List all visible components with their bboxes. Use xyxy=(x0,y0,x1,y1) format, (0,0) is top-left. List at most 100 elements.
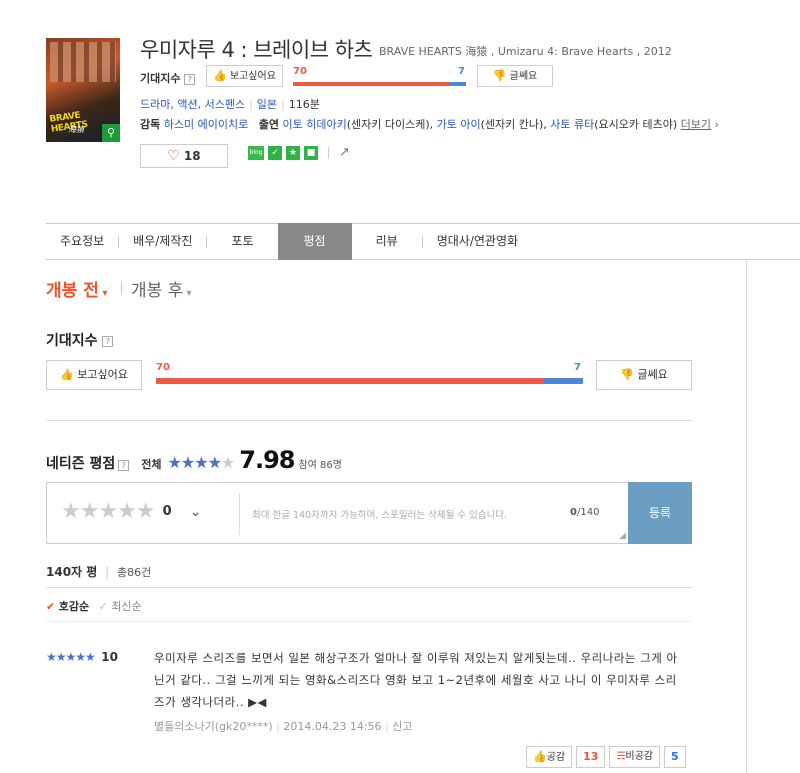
netizen-stars-filled: ★★★★★ xyxy=(167,453,221,472)
star-share-icon[interactable]: ★ xyxy=(286,145,300,160)
report-link[interactable]: 신고 xyxy=(392,720,412,733)
like-count: 18 xyxy=(183,149,201,163)
subtab-divider xyxy=(121,281,122,295)
rating-score: 0 xyxy=(162,504,172,519)
help-icon[interactable]: ? xyxy=(184,73,196,85)
subtab-before-release[interactable]: 개봉 전 ▾ xyxy=(46,276,107,301)
expect-bar-large-want xyxy=(156,378,545,384)
thumbs-down-icon: 👎 xyxy=(620,368,634,381)
runtime: 116분 xyxy=(288,98,320,111)
cast-link-1[interactable]: 이토 히데아키 xyxy=(282,118,346,131)
caret-down-icon: ▾ xyxy=(98,288,108,299)
agree-label: 공감 xyxy=(546,752,566,763)
share-icon[interactable]: ↗ xyxy=(339,145,350,160)
movie-poster[interactable]: BRAVE HEARTS 海猿 ⚲ xyxy=(46,38,120,142)
review-meta: 별들의소나기(gk20****) | 2014.04.23 14:56 | 신고 xyxy=(154,718,413,734)
expect-bar-meh xyxy=(450,82,466,86)
magnifier-icon[interactable]: ⚲ xyxy=(102,124,120,142)
submit-button[interactable]: 등록 xyxy=(628,482,692,544)
meh-button-large[interactable]: 👎 글쎄요 xyxy=(596,360,692,390)
resize-handle-icon[interactable]: ◢ xyxy=(619,531,626,541)
reviews-header-divider: | xyxy=(105,565,110,579)
tab-rating[interactable]: 평점 xyxy=(277,223,352,260)
expect-label: 기대지수 ? xyxy=(140,70,196,86)
agree-button[interactable]: 👍공감 xyxy=(526,746,573,768)
reviews-total: 총86건 xyxy=(117,566,152,579)
chevron-down-icon[interactable]: ⌄ xyxy=(190,504,202,520)
heart-icon: ♡ xyxy=(167,148,180,164)
netizen-score-value: 7.98 xyxy=(239,446,295,474)
tab-cast-crew[interactable]: 배우/제작진 xyxy=(119,223,206,260)
country-link[interactable]: 일본 xyxy=(257,98,277,111)
netizen-heading: 네티즌 평점 xyxy=(46,456,116,472)
review-input[interactable]: 최대 한글 140자까지 가능하며, 스포일러는 삭제될 수 있습니다. xyxy=(252,507,572,521)
meta-divider: | xyxy=(385,720,389,733)
meh-label: 글쎄요 xyxy=(637,368,668,381)
cast-link-3[interactable]: 사토 류타 xyxy=(550,118,594,131)
caret-down-icon: ▾ xyxy=(183,288,192,299)
char-counter-current: 0 xyxy=(570,507,577,518)
movie-original-title: BRAVE HEARTS 海猿 , Umizaru 4: Brave Heart… xyxy=(379,45,672,58)
review-author[interactable]: 별들의소나기(gk20****) xyxy=(154,720,273,733)
meh-button[interactable]: 👎 글쎄요 xyxy=(477,65,553,87)
cast-link-2[interactable]: 가토 아이 xyxy=(437,118,481,131)
want-to-see-label: 보고싶어요 xyxy=(229,71,276,82)
char-counter: 0/140 xyxy=(570,507,599,518)
cast-role-3: (요시오카 테츠야) xyxy=(594,118,678,131)
meh-count-large: 7 xyxy=(574,362,581,373)
like-button[interactable]: ♡ 18 xyxy=(140,144,228,168)
movie-credits: 감독 하스미 에이이치로 출연 이토 히데아키(센자키 다이스케), 가토 아이… xyxy=(140,116,719,132)
want-to-see-label: 보고싶어요 xyxy=(77,368,128,381)
square-share-icon[interactable]: ■ xyxy=(304,145,318,160)
want-to-see-button[interactable]: 👍 보고싶어요 xyxy=(206,65,283,87)
sort-divider xyxy=(46,621,692,622)
subtab-after-release[interactable]: 개봉 후 ▾ xyxy=(131,276,192,301)
meh-count: 7 xyxy=(458,66,465,77)
netizen-stars: ★★★★★ ★★★★★ xyxy=(167,453,236,472)
reviews-title: 140자 평 xyxy=(46,565,98,579)
expect-bar-want xyxy=(293,82,451,86)
expect-heading-text: 기대지수 xyxy=(46,333,98,349)
review-stars: ★★★★★ xyxy=(46,650,96,664)
help-icon[interactable]: ? xyxy=(102,335,114,347)
chevron-right-icon: › xyxy=(711,118,719,131)
sort-popular[interactable]: 호감순 xyxy=(59,600,89,613)
rating-selector[interactable]: ★★★★★ 0 ⌄ xyxy=(61,499,201,524)
star-rating-icons[interactable]: ★★★★★ xyxy=(61,499,156,524)
tab-quotes-related[interactable]: 명대사/연관영화 xyxy=(423,223,532,260)
subtab-before-label: 개봉 전 xyxy=(46,281,99,301)
expect-heading: 기대지수 ? xyxy=(46,330,114,350)
char-counter-total: /140 xyxy=(576,507,600,518)
disagree-button[interactable]: ☴비공감 xyxy=(609,746,660,768)
tab-main-info[interactable]: 주요정보 xyxy=(46,223,118,260)
genre-link[interactable]: 드라마, 액션, 서스펜스 xyxy=(140,98,245,111)
director-label: 감독 xyxy=(140,118,161,131)
tab-review[interactable]: 리뷰 xyxy=(352,223,422,260)
meta-divider: | xyxy=(276,720,280,733)
check-icon: ✔ xyxy=(46,600,56,613)
tab-photo[interactable]: 포토 xyxy=(207,223,277,260)
netizen-scope: 전체 xyxy=(141,458,162,471)
reviews-header: 140자 평 | 총86건 xyxy=(46,563,151,580)
want-to-see-button-large[interactable]: 👍 보고싶어요 xyxy=(46,360,142,390)
check-share-icon[interactable]: ✓ xyxy=(268,145,282,160)
cast-role-1: (센자키 다이스케), xyxy=(346,118,434,131)
poster-artwork xyxy=(50,42,116,82)
blog-share-icon[interactable]: blog xyxy=(248,145,264,160)
review-score: ★★★★★ 10 xyxy=(46,650,118,664)
review-score-value: 10 xyxy=(101,650,118,664)
thumbs-up-icon: 👍 xyxy=(60,368,74,381)
director-link[interactable]: 하스미 에이이치로 xyxy=(164,118,248,131)
help-icon[interactable]: ? xyxy=(118,460,130,471)
share-divider xyxy=(328,146,329,159)
sort-options: ✔ 호감순 ✓ 최신순 xyxy=(46,598,142,614)
rate-form: ★★★★★ 0 ⌄ 최대 한글 140자까지 가능하며, 스포일러는 삭제될 수… xyxy=(46,482,629,544)
sort-latest[interactable]: 최신순 xyxy=(111,600,141,613)
right-column-border xyxy=(746,260,747,773)
thumbs-up-icon: 👍 xyxy=(533,750,547,763)
netizen-score: 네티즌 평점 ? 전체 ★★★★★ ★★★★★ 7.98 참여 86명 xyxy=(46,446,342,474)
expect-bar-large-meh xyxy=(544,378,583,384)
expect-bar-large xyxy=(156,378,583,384)
want-count-large: 70 xyxy=(156,362,170,373)
more-link[interactable]: 더보기 xyxy=(681,118,711,131)
